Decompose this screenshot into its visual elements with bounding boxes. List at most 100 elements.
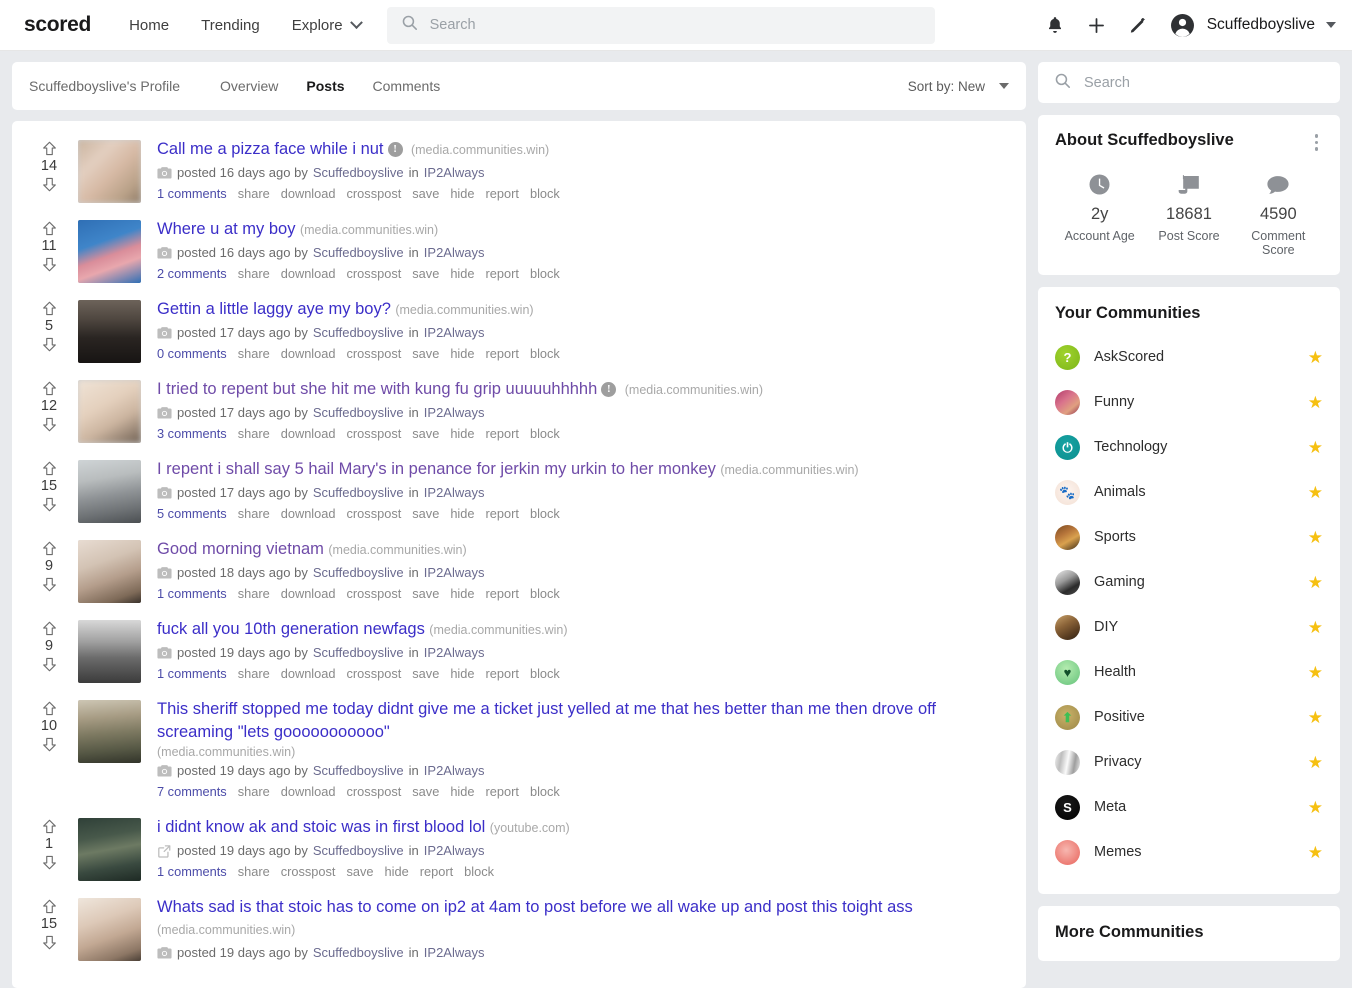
post-comments-link[interactable]: 5 comments — [157, 505, 227, 523]
downvote-icon[interactable] — [41, 854, 58, 871]
post-comments-link[interactable]: 0 comments — [157, 345, 227, 363]
post-action-save[interactable]: save — [412, 185, 439, 203]
post-action-save[interactable]: save — [412, 665, 439, 683]
star-icon[interactable]: ★ — [1308, 754, 1323, 771]
post-action-crosspost[interactable]: crosspost — [347, 425, 402, 443]
post-comments-link[interactable]: 1 comments — [157, 585, 227, 603]
post-action-block[interactable]: block — [530, 185, 560, 203]
post-action-share[interactable]: share — [238, 265, 270, 283]
downvote-icon[interactable] — [41, 176, 58, 193]
post-action-save[interactable]: save — [412, 783, 439, 801]
post-action-block[interactable]: block — [530, 345, 560, 363]
post-action-crosspost[interactable]: crosspost — [347, 185, 402, 203]
upvote-icon[interactable] — [41, 220, 58, 237]
post-author-link[interactable]: Scuffedboyslive — [313, 243, 404, 262]
post-author-link[interactable]: Scuffedboyslive — [313, 643, 404, 662]
star-icon[interactable]: ★ — [1308, 439, 1323, 456]
post-title[interactable]: Whats sad is that stoic has to come on i… — [157, 898, 913, 916]
post-action-hide[interactable]: hide — [450, 505, 474, 523]
post-author-link[interactable]: Scuffedboyslive — [313, 761, 404, 780]
post-title[interactable]: fuck all you 10th generation newfags — [157, 620, 425, 638]
post-community-link[interactable]: IP2Always — [424, 323, 485, 342]
nav-link-trending[interactable]: Trending — [201, 17, 260, 34]
community-row[interactable]: DIY ★ — [1055, 605, 1323, 650]
tab-comments[interactable]: Comments — [373, 78, 441, 94]
post-action-download[interactable]: download — [281, 665, 336, 683]
post-action-block[interactable]: block — [530, 783, 560, 801]
upvote-icon[interactable] — [41, 620, 58, 637]
upvote-icon[interactable] — [41, 460, 58, 477]
community-row[interactable]: Memes ★ — [1055, 830, 1323, 875]
post-action-report[interactable]: report — [486, 585, 519, 603]
post-action-block[interactable]: block — [530, 265, 560, 283]
post-comments-link[interactable]: 1 comments — [157, 185, 227, 203]
star-icon[interactable]: ★ — [1308, 394, 1323, 411]
upvote-icon[interactable] — [41, 300, 58, 317]
post-thumbnail[interactable] — [78, 300, 141, 363]
post-thumbnail[interactable] — [78, 620, 141, 683]
sort-dropdown[interactable]: Sort by: New — [908, 79, 1009, 94]
upvote-icon[interactable] — [41, 540, 58, 557]
post-author-link[interactable]: Scuffedboyslive — [313, 563, 404, 582]
star-icon[interactable]: ★ — [1308, 349, 1323, 366]
post-action-save[interactable]: save — [412, 505, 439, 523]
post-action-crosspost[interactable]: crosspost — [347, 345, 402, 363]
post-action-save[interactable]: save — [412, 345, 439, 363]
post-comments-link[interactable]: 1 comments — [157, 665, 227, 683]
post-action-hide[interactable]: hide — [450, 345, 474, 363]
star-icon[interactable]: ★ — [1308, 709, 1323, 726]
post-action-hide[interactable]: hide — [450, 185, 474, 203]
post-action-block[interactable]: block — [530, 585, 560, 603]
post-community-link[interactable]: IP2Always — [424, 483, 485, 502]
kebab-menu-icon[interactable] — [1310, 131, 1324, 154]
post-comments-link[interactable]: 7 comments — [157, 783, 227, 801]
community-row[interactable]: Funny ★ — [1055, 380, 1323, 425]
site-logo[interactable]: scored — [24, 13, 91, 37]
community-row[interactable]: ⬆ Positive ★ — [1055, 695, 1323, 740]
post-action-save[interactable]: save — [412, 425, 439, 443]
post-action-share[interactable]: share — [238, 505, 270, 523]
post-community-link[interactable]: IP2Always — [424, 643, 485, 662]
post-thumbnail[interactable] — [78, 898, 141, 961]
post-author-link[interactable]: Scuffedboyslive — [313, 943, 404, 962]
post-action-report[interactable]: report — [486, 505, 519, 523]
post-action-share[interactable]: share — [238, 425, 270, 443]
star-icon[interactable]: ★ — [1308, 574, 1323, 591]
post-action-share[interactable]: share — [238, 585, 270, 603]
post-comments-link[interactable]: 2 comments — [157, 265, 227, 283]
downvote-icon[interactable] — [41, 576, 58, 593]
post-title[interactable]: I tried to repent but she hit me with ku… — [157, 380, 597, 398]
post-action-save[interactable]: save — [412, 265, 439, 283]
user-menu[interactable]: Scuffedboyslive — [1169, 12, 1336, 39]
post-action-report[interactable]: report — [486, 265, 519, 283]
post-thumbnail[interactable] — [78, 460, 141, 523]
post-action-crosspost[interactable]: crosspost — [347, 665, 402, 683]
pencil-icon[interactable] — [1128, 15, 1148, 35]
post-title[interactable]: I repent i shall say 5 hail Mary's in pe… — [157, 460, 716, 478]
post-action-hide[interactable]: hide — [450, 665, 474, 683]
downvote-icon[interactable] — [41, 656, 58, 673]
post-action-share[interactable]: share — [238, 783, 270, 801]
star-icon[interactable]: ★ — [1308, 619, 1323, 636]
upvote-icon[interactable] — [41, 140, 58, 157]
post-community-link[interactable]: IP2Always — [424, 563, 485, 582]
post-community-link[interactable]: IP2Always — [424, 163, 485, 182]
upvote-icon[interactable] — [41, 380, 58, 397]
post-action-download[interactable]: download — [281, 265, 336, 283]
post-thumbnail[interactable] — [78, 220, 141, 283]
post-action-block[interactable]: block — [464, 863, 494, 881]
tab-overview[interactable]: Overview — [220, 78, 278, 94]
star-icon[interactable]: ★ — [1308, 799, 1323, 816]
post-title[interactable]: Gettin a little laggy aye my boy? — [157, 300, 391, 318]
post-action-crosspost[interactable]: crosspost — [347, 505, 402, 523]
nav-link-home[interactable]: Home — [129, 17, 169, 34]
post-community-link[interactable]: IP2Always — [424, 841, 485, 860]
post-community-link[interactable]: IP2Always — [424, 243, 485, 262]
post-action-download[interactable]: download — [281, 585, 336, 603]
post-action-report[interactable]: report — [486, 345, 519, 363]
post-action-hide[interactable]: hide — [450, 425, 474, 443]
post-author-link[interactable]: Scuffedboyslive — [313, 163, 404, 182]
post-thumbnail[interactable] — [78, 700, 141, 763]
community-row[interactable]: Gaming ★ — [1055, 560, 1323, 605]
tab-posts[interactable]: Posts — [306, 78, 344, 94]
